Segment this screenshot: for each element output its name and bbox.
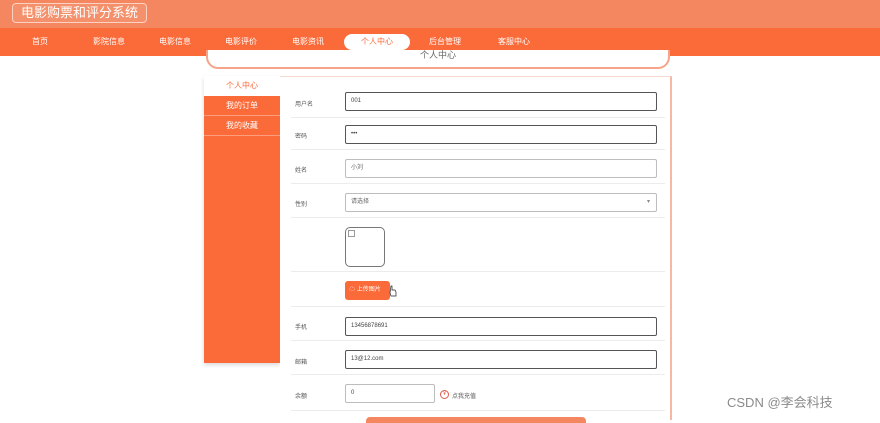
gender-label: 性别 — [295, 202, 308, 208]
sidebar-item-my-favorites[interactable]: 我的收藏 — [204, 116, 280, 136]
upload-cloud-icon: ☁ — [349, 287, 356, 293]
form-row-phone: 手机 13456878691 — [291, 307, 665, 341]
form-row-gender: 性别 请选择 ▾ — [291, 184, 665, 218]
form-row-username: 用户名 001 — [291, 85, 665, 118]
nav-item-movies[interactable]: 电影信息 — [150, 28, 200, 56]
nav-item-personal-center[interactable]: 个人中心 — [344, 34, 410, 50]
sidebar-item-personal-center[interactable]: 个人中心 — [204, 76, 280, 96]
avatar-preview — [345, 227, 385, 267]
password-input[interactable]: ••• — [345, 125, 657, 144]
profile-form: 用户名 001 密码 ••• 姓名 小刘 性别 请选择 ▾ ☁ 上传图片 手机 … — [280, 76, 672, 423]
sidebar-item-my-orders[interactable]: 我的订单 — [204, 96, 280, 116]
recharge-icon: ¥ — [440, 390, 449, 399]
name-label: 姓名 — [295, 168, 308, 174]
sidebar: 个人中心 我的订单 我的收藏 — [204, 76, 280, 363]
email-input[interactable]: 13@12.com — [345, 350, 657, 369]
chevron-down-icon: ▾ — [646, 199, 650, 205]
balance-input[interactable]: 0 — [345, 384, 435, 403]
recharge-link[interactable]: ¥ 点我充值 — [440, 390, 476, 400]
hand-cursor-icon — [389, 285, 397, 297]
upload-button-label: 上传图片 — [356, 287, 381, 293]
phone-label: 手机 — [295, 325, 308, 331]
phone-input[interactable]: 13456878691 — [345, 317, 657, 336]
nav-item-cinemas[interactable]: 影院信息 — [84, 28, 134, 56]
balance-label: 余额 — [295, 394, 308, 400]
username-input[interactable]: 001 — [345, 92, 657, 111]
email-label: 邮箱 — [295, 360, 308, 366]
name-input[interactable]: 小刘 — [345, 159, 657, 178]
gender-select-value: 请选择 — [351, 199, 370, 205]
upload-image-button[interactable]: ☁ 上传图片 — [345, 281, 390, 300]
form-row-email: 邮箱 13@12.com — [291, 341, 665, 375]
nav-item-home[interactable]: 首页 — [18, 28, 62, 56]
form-row-name: 姓名 小刘 — [291, 150, 665, 184]
form-row-balance: 余额 0 ¥ 点我充值 — [291, 375, 665, 411]
form-row-password: 密码 ••• — [291, 118, 665, 150]
form-row-avatar — [291, 218, 665, 272]
form-row-upload: ☁ 上传图片 — [291, 272, 665, 307]
password-label: 密码 — [295, 134, 308, 140]
broken-image-icon — [348, 230, 355, 237]
top-bar: 电影购票和评分系统 — [0, 0, 880, 28]
gender-select[interactable]: 请选择 ▾ — [345, 193, 657, 212]
submit-button[interactable] — [366, 417, 586, 423]
page-heading-banner: 个人中心 — [206, 50, 670, 69]
page-heading: 个人中心 — [419, 50, 456, 60]
site-title: 电影购票和评分系统 — [12, 3, 148, 23]
username-label: 用户名 — [295, 102, 314, 108]
watermark: CSDN @李会科技 — [727, 395, 833, 410]
